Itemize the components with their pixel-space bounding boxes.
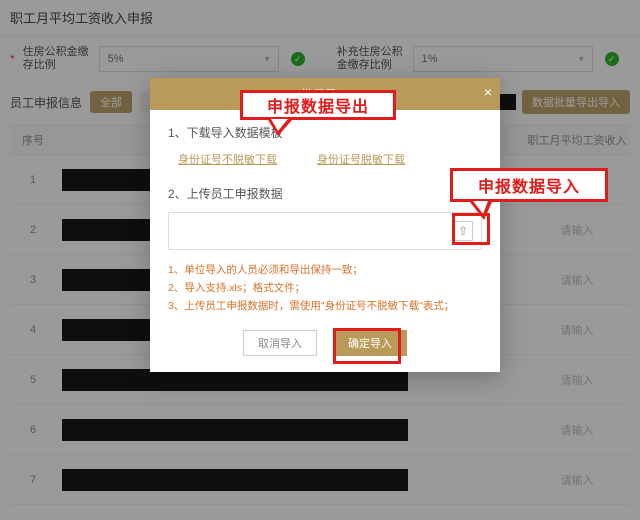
callout-tail-fill xyxy=(271,119,288,131)
callout-import: 申报数据导入 xyxy=(450,168,608,202)
import-notes: 1、单位导入的人员必须和导出保持一致； 2、导入支持.xls；格式文件； 3、上… xyxy=(168,262,482,316)
cancel-button[interactable]: 取消导入 xyxy=(243,330,317,356)
step1-label: 1、下载导入数据模板 xyxy=(168,124,482,141)
bulk-import-modal: 批量导入 × 1、下载导入数据模板 身份证号不脱敏下载 身份证号脱敏下载 2、上… xyxy=(150,78,500,372)
note-line: 2、导入支持.xls；格式文件； xyxy=(168,280,482,298)
highlight-confirm-button xyxy=(333,328,401,364)
download-masked-link[interactable]: 身份证号脱敏下载 xyxy=(317,151,405,167)
step2-label: 2、上传员工申报数据 xyxy=(168,185,482,202)
note-line: 3、上传员工申报数据时，需使用"身份证号不脱敏下载"表式； xyxy=(168,298,482,316)
note-line: 1、单位导入的人员必须和导出保持一致； xyxy=(168,262,482,280)
download-unmasked-link[interactable]: 身份证号不脱敏下载 xyxy=(178,151,277,167)
callout-import-label: 申报数据导入 xyxy=(478,173,580,197)
upload-field[interactable]: ⇧ xyxy=(168,212,482,250)
callout-export-label: 申报数据导出 xyxy=(267,93,369,117)
highlight-upload-icon xyxy=(452,213,490,245)
callout-export: 申报数据导出 xyxy=(240,90,396,120)
close-icon[interactable]: × xyxy=(484,84,492,100)
